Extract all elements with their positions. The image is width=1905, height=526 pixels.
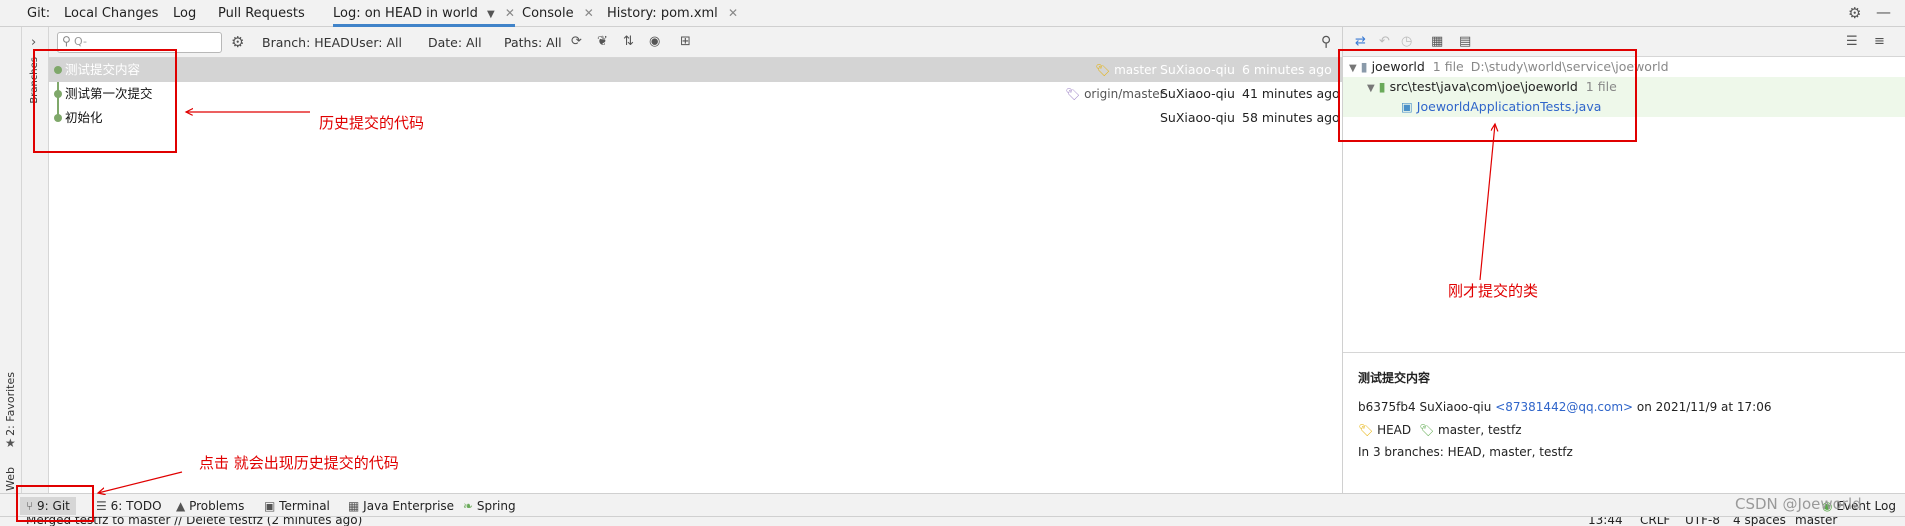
annotation-arrows (0, 0, 1905, 526)
annotation-recent: 刚才提交的类 (1448, 282, 1539, 300)
annotation-arrow-git-tab (98, 471, 183, 493)
annotation-click-hint: 点击 就会出现历史提交的代码 (199, 454, 399, 472)
annotation-arrow-recent (1479, 124, 1495, 281)
annotation-history: 历史提交的代码 (319, 114, 425, 132)
